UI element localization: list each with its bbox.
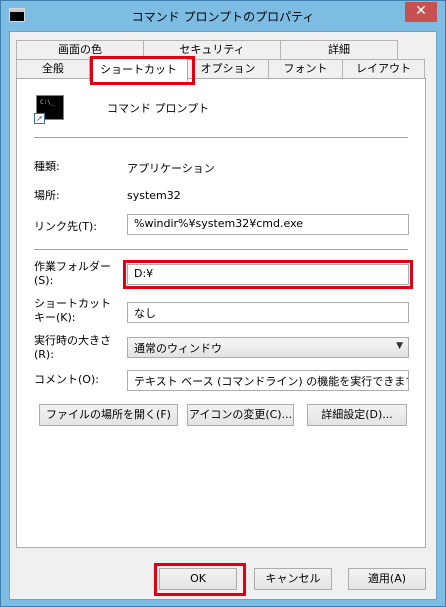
tab-shortcut[interactable]: ショートカット [89, 57, 188, 81]
window-title: コマンド プロンプトのプロパティ [131, 10, 315, 24]
divider [34, 249, 408, 250]
shortcut-panel: C:\_ ➚ コマンド プロンプト 種類: アプリケーション 場所: syste… [16, 78, 426, 548]
type-label: 種類: [34, 160, 60, 173]
tab-font[interactable]: フォント [268, 59, 343, 78]
title-bar[interactable]: コマンド プロンプトのプロパティ ✕ [1, 1, 445, 31]
run-select-value: 通常のウィンドウ [134, 342, 222, 355]
ok-button[interactable]: OK [159, 568, 237, 590]
target-field[interactable]: %windir%¥system32¥cmd.exe [127, 214, 409, 235]
close-button[interactable]: ✕ [405, 2, 437, 22]
chevron-down-icon: ▼ [396, 341, 403, 351]
run-label: 実行時の大きさ(R): [34, 334, 111, 361]
divider [34, 137, 408, 138]
tab-row-back: 画面の色 セキュリティ 詳細 [16, 40, 398, 59]
type-value: アプリケーション [127, 162, 215, 175]
command-prompt-icon: C:\_ ➚ [34, 95, 64, 124]
tab-options[interactable]: オプション [187, 59, 269, 78]
run-select[interactable]: 通常のウィンドウ ▼ [127, 337, 409, 358]
tab-details[interactable]: 詳細 [280, 40, 398, 59]
hotkey-label: ショートカットキー(K): [34, 297, 111, 324]
tab-general[interactable]: 全般 [16, 59, 90, 78]
properties-window: コマンド プロンプトのプロパティ ✕ 画面の色 セキュリティ 詳細 全般 ショー… [0, 0, 446, 607]
apply-button[interactable]: 適用(A) [348, 568, 426, 590]
workdir-field[interactable]: D:¥ [127, 264, 409, 285]
open-file-location-button[interactable]: ファイルの場所を開く(F) [39, 404, 178, 426]
comment-field[interactable]: テキスト ベース (コマンドライン) の機能を実行できます。 [127, 370, 409, 391]
tab-layout[interactable]: レイアウト [342, 59, 425, 78]
dialog-client: 画面の色 セキュリティ 詳細 全般 ショートカット オプション フォント レイア… [9, 31, 437, 600]
change-icon-button[interactable]: アイコンの変更(C)... [187, 404, 294, 426]
target-label: リンク先(T): [34, 220, 98, 233]
shortcut-arrow-icon: ➚ [34, 113, 45, 124]
cancel-button[interactable]: キャンセル [254, 568, 332, 590]
shortcut-name: コマンド プロンプト [107, 102, 210, 115]
advanced-settings-button[interactable]: 詳細設定(D)... [307, 404, 407, 426]
location-label: 場所: [34, 189, 60, 202]
comment-label: コメント(O): [34, 373, 99, 386]
workdir-label: 作業フォルダー(S): [34, 260, 111, 287]
location-value: system32 [127, 189, 181, 202]
tab-row-front: 全般 ショートカット オプション フォント レイアウト [16, 57, 425, 81]
prompt-glyph: C:\_ [40, 99, 55, 106]
hotkey-field[interactable]: なし [127, 302, 409, 323]
